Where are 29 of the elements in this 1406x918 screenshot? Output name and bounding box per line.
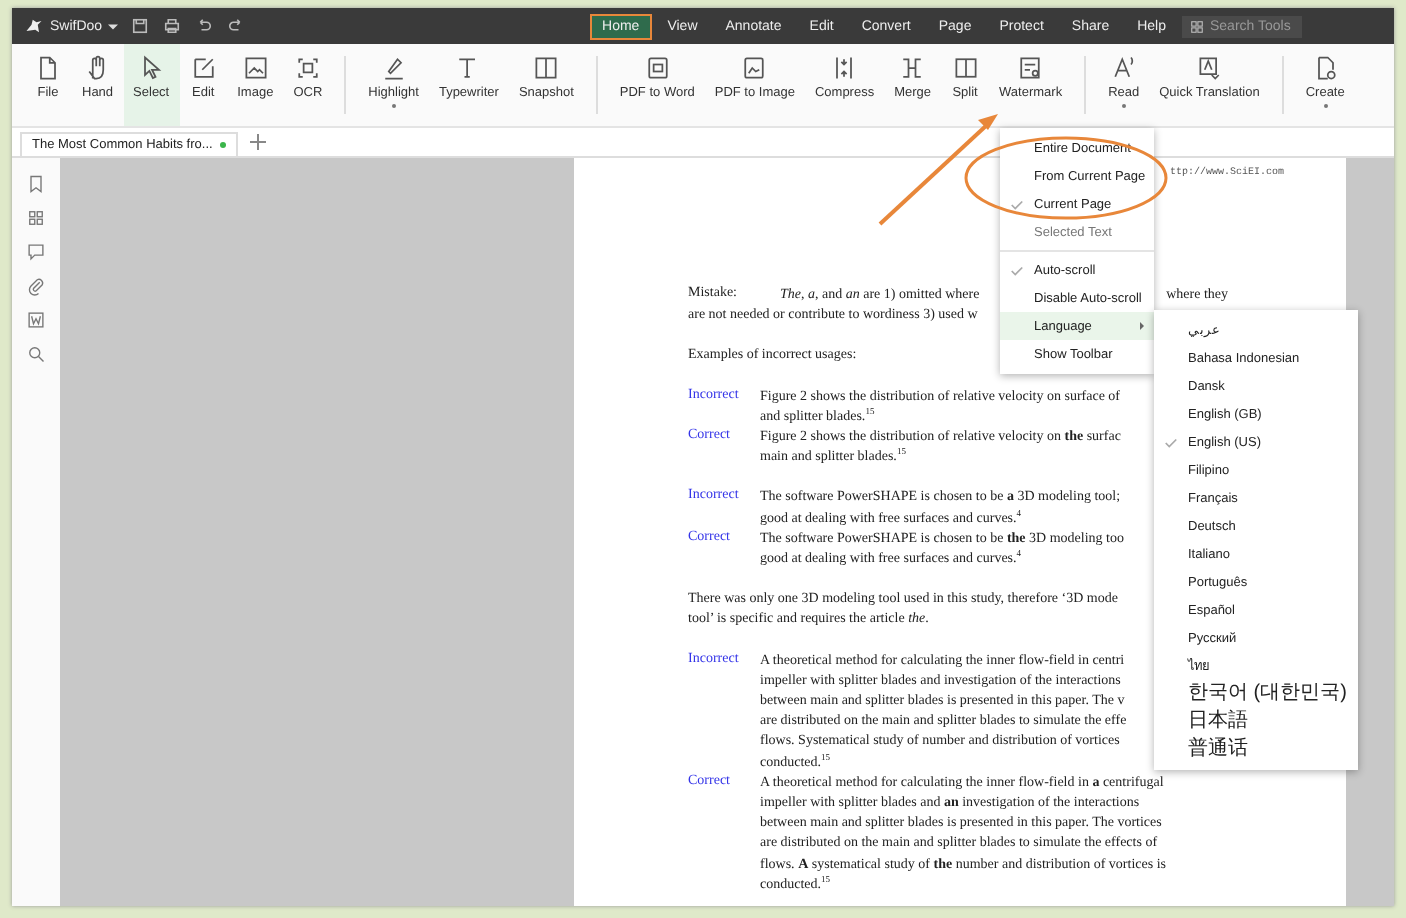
bookmark-icon: [26, 174, 46, 194]
paperclip-icon: [26, 276, 46, 296]
annotation-arrow: [878, 114, 998, 226]
new-tab-icon[interactable]: [250, 134, 267, 150]
image-icon: [241, 54, 270, 82]
save-icon[interactable]: [130, 16, 151, 36]
snapshot-icon: [532, 54, 561, 82]
menu-item[interactable]: 普通话: [1154, 736, 1358, 764]
pdf-to-word-icon: [643, 54, 672, 82]
undo-icon[interactable]: [194, 16, 215, 36]
comment-icon: [26, 242, 46, 262]
menu-item[interactable]: 日本語: [1154, 708, 1358, 736]
menu-item[interactable]: 한국어 (대한민국): [1154, 680, 1358, 708]
pdf-to-image-icon: [740, 54, 769, 82]
caret-icon: [108, 21, 119, 31]
ocr-icon: [293, 54, 322, 82]
watermark-icon: [1016, 54, 1045, 82]
highlighter-icon: [379, 54, 408, 82]
thumbnails-icon: [26, 208, 46, 228]
search-icon: [26, 344, 46, 364]
read-aloud-icon: [1109, 54, 1138, 82]
edit-icon: [189, 54, 218, 82]
merge-icon: [898, 54, 927, 82]
submenu-arrow-icon: [1138, 322, 1146, 330]
translate-icon: [1195, 54, 1224, 82]
print-icon[interactable]: [162, 16, 183, 36]
split-icon: [951, 54, 980, 82]
grid-icon: [1190, 19, 1204, 33]
document-icon: [34, 54, 62, 82]
